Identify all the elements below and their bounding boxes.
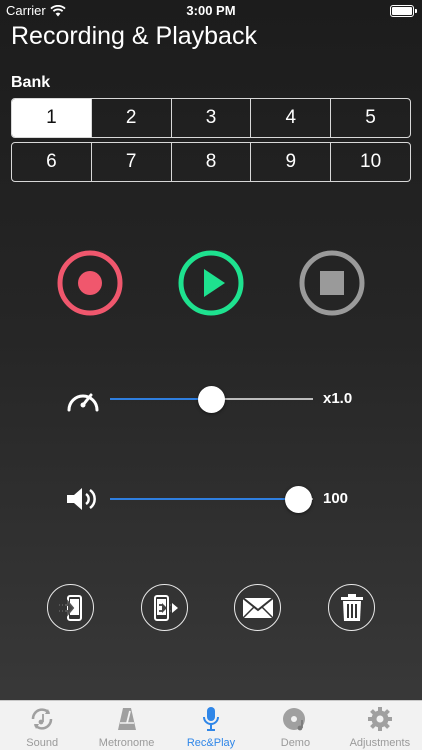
stop-button[interactable] (299, 250, 365, 316)
play-icon (178, 250, 244, 316)
bank-button-5[interactable]: 5 (331, 99, 410, 137)
volume-slider-thumb[interactable] (285, 486, 313, 513)
sound-icon (31, 708, 53, 730)
import-from-device-button[interactable] (47, 584, 94, 631)
phone-import-icon (58, 594, 82, 621)
record-icon (57, 250, 123, 316)
bank-button-8[interactable]: 8 (172, 143, 252, 181)
bank-button-10[interactable]: 10 (331, 143, 410, 181)
tab-demo[interactable]: Demo (253, 701, 337, 750)
bank-button-1[interactable]: 1 (12, 99, 92, 137)
speaker-icon (67, 488, 96, 510)
bank-row-1: 1 2 3 4 5 (11, 98, 411, 138)
speed-value: x1.0 (323, 390, 353, 407)
battery-icon (390, 5, 417, 17)
tab-rec-play[interactable]: Rec&Play (169, 701, 253, 750)
tab-adjustments[interactable]: Adjustments (338, 701, 422, 750)
export-to-device-button[interactable] (141, 584, 188, 631)
metronome-icon (117, 708, 136, 730)
tab-label-rec-play: Rec&Play (186, 737, 236, 749)
bank-button-4[interactable]: 4 (251, 99, 332, 137)
bank-row-2: 6 7 8 9 10 (11, 142, 411, 182)
page-title: Recording & Playback (11, 22, 257, 50)
delete-button[interactable] (328, 584, 375, 631)
status-bar: Carrier 3:00 PM (0, 0, 422, 22)
tab-bar: Sound Metronome Rec&Play Demo Adjustment… (0, 700, 422, 750)
bank-button-7[interactable]: 7 (92, 143, 172, 181)
speed-slider-thumb[interactable] (198, 386, 225, 413)
bank-button-9[interactable]: 9 (251, 143, 332, 181)
phone-export-icon (153, 594, 178, 621)
stop-icon (299, 250, 365, 316)
tab-sound[interactable]: Sound (0, 701, 84, 750)
speed-slider-row: x1.0 (0, 383, 422, 415)
speedometer-icon (67, 393, 99, 412)
record-button[interactable] (57, 250, 123, 316)
play-button[interactable] (178, 250, 244, 316)
demo-disc-icon (283, 708, 306, 731)
envelope-icon (241, 596, 274, 619)
status-time: 3:00 PM (186, 3, 236, 18)
bank-button-6[interactable]: 6 (12, 143, 92, 181)
volume-slider-row: 100 (0, 483, 422, 515)
microphone-icon (203, 707, 220, 731)
bank-button-3[interactable]: 3 (172, 99, 252, 137)
volume-slider-track[interactable] (110, 498, 313, 500)
email-button[interactable] (234, 584, 281, 631)
tab-label-metronome: Metronome (98, 737, 155, 749)
volume-slider-fill (110, 498, 299, 500)
tab-label-demo: Demo (280, 737, 311, 749)
trash-icon (340, 593, 363, 621)
volume-value: 100 (323, 490, 349, 507)
tab-metronome[interactable]: Metronome (84, 701, 168, 750)
bank-label: Bank (11, 74, 51, 91)
speed-slider-fill (110, 398, 212, 400)
tab-label-sound: Sound (26, 737, 59, 749)
gear-icon (367, 707, 392, 731)
bank-button-2[interactable]: 2 (92, 99, 172, 137)
tab-label-adjustments: Adjustments (349, 737, 411, 749)
